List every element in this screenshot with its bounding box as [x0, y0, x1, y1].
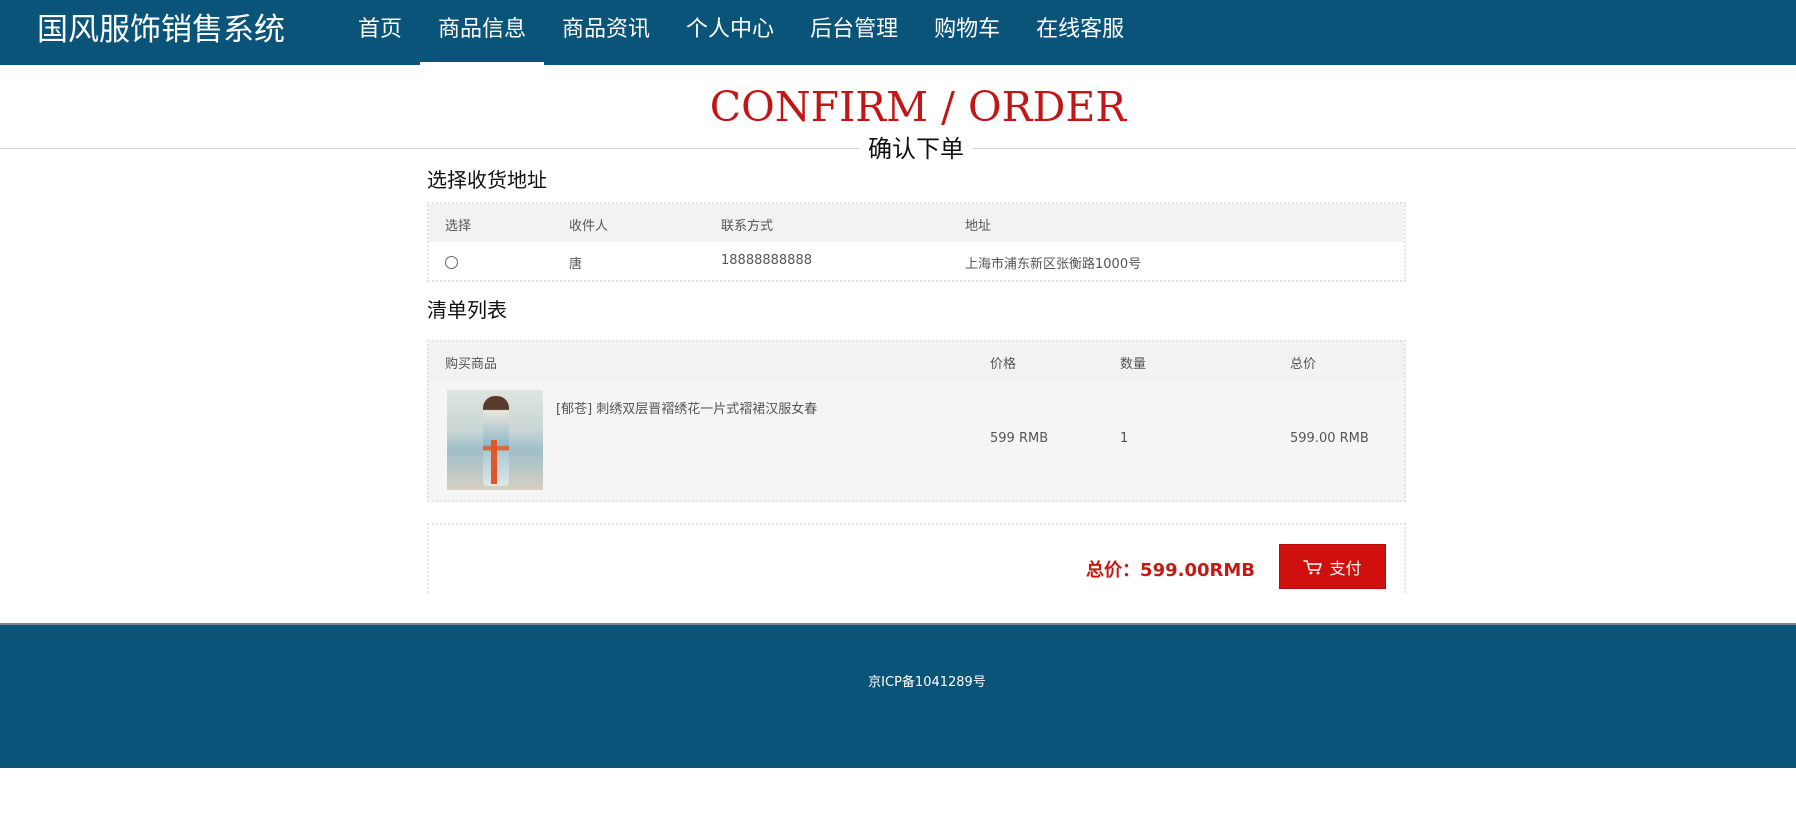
product-quantity: 1	[1120, 431, 1129, 446]
column-header-total: 总价	[1290, 357, 1317, 372]
address-table: 选择 收件人 联系方式 地址 唐 18888888888 上海市浦东新区张衡路1…	[427, 202, 1406, 282]
column-header-recipient: 收件人	[569, 219, 609, 234]
pay-button[interactable]: 支付	[1279, 544, 1386, 589]
product-name[interactable]: [郁苍] 刺绣双层晋褶绣花一片式褶裙汉服女春	[556, 398, 817, 417]
cart-icon	[1303, 559, 1323, 574]
nav-item-news[interactable]: 商品资讯	[544, 0, 668, 65]
product-total: 599.00 RMB	[1290, 431, 1369, 446]
address-section-heading: 选择收货地址	[427, 168, 547, 192]
product-trim	[491, 440, 497, 484]
site-brand[interactable]: 国风服饰销售系统	[37, 10, 285, 50]
order-summary: 总价：599.00RMB 支付	[427, 523, 1406, 593]
product-thumbnail[interactable]	[447, 390, 543, 490]
nav-item-products[interactable]: 商品信息	[420, 0, 545, 65]
nav-item-admin[interactable]: 后台管理	[792, 0, 916, 65]
column-header-select: 选择	[445, 219, 472, 234]
column-header-address: 地址	[965, 219, 992, 234]
order-list-table: 购买商品 价格 数量 总价 [郁苍] 刺绣双层晋褶绣花一片式褶裙汉服女春 599…	[427, 340, 1406, 502]
nav-item-cart[interactable]: 购物车	[916, 0, 1018, 65]
recipient-name: 唐	[569, 257, 583, 272]
main-nav: 首页 商品信息 商品资讯 个人中心 后台管理 购物车 在线客服	[340, 0, 1142, 65]
address-radio[interactable]	[445, 256, 458, 269]
top-nav-bar: 国风服饰销售系统 首页 商品信息 商品资讯 个人中心 后台管理 购物车 在线客服	[0, 0, 1796, 65]
column-header-quantity: 数量	[1120, 357, 1147, 372]
nav-item-support[interactable]: 在线客服	[1018, 0, 1142, 65]
product-price: 599 RMB	[990, 431, 1049, 446]
address-table-header: 选择 收件人 联系方式 地址	[429, 204, 1404, 242]
page-subtitle: 确认下单	[860, 133, 972, 165]
recipient-address: 上海市浦东新区张衡路1000号	[965, 257, 1142, 272]
column-header-product: 购买商品	[445, 357, 498, 372]
page-title: CONFIRM / ORDER	[709, 83, 1127, 131]
recipient-phone: 18888888888	[721, 253, 812, 268]
column-header-price: 价格	[990, 357, 1017, 372]
pay-button-label: 支付	[1329, 558, 1362, 578]
list-section-heading: 清单列表	[427, 298, 507, 322]
order-total: 总价：599.00RMB	[1086, 560, 1255, 581]
column-header-phone: 联系方式	[721, 219, 774, 234]
nav-item-home[interactable]: 首页	[340, 0, 420, 65]
footer: 京ICP备1041289号	[0, 623, 1796, 768]
address-row[interactable]: 唐 18888888888 上海市浦东新区张衡路1000号	[429, 242, 1404, 280]
icp-license: 京ICP备1041289号	[868, 675, 986, 690]
nav-item-profile[interactable]: 个人中心	[668, 0, 792, 65]
order-list-header: 购买商品 价格 数量 总价	[429, 342, 1404, 380]
order-item-row: [郁苍] 刺绣双层晋褶绣花一片式褶裙汉服女春 599 RMB 1 599.00 …	[429, 380, 1404, 500]
